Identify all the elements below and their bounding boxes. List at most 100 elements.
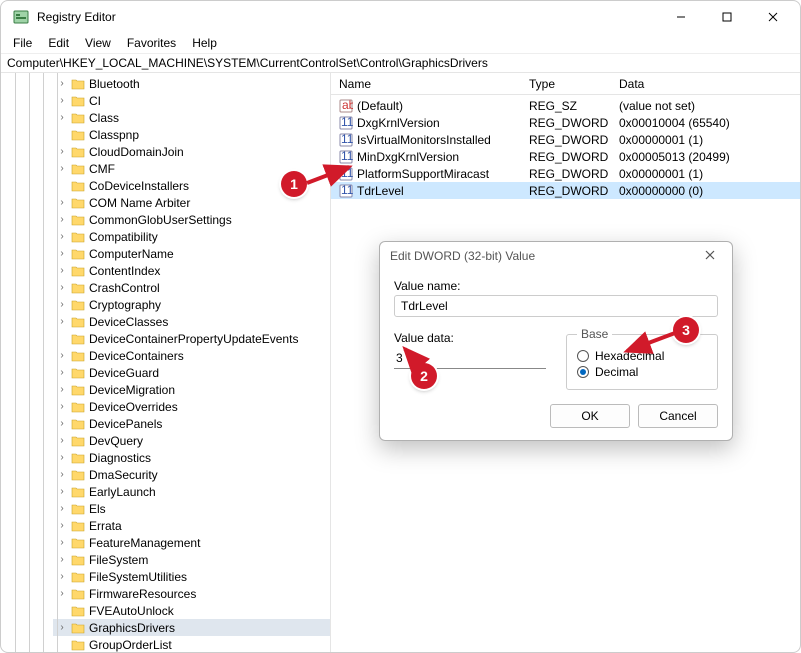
chevron-right-icon[interactable]: ›: [57, 265, 67, 276]
chevron-right-icon[interactable]: ›: [57, 571, 67, 582]
close-button[interactable]: [750, 1, 796, 33]
dialog-titlebar[interactable]: Edit DWORD (32-bit) Value: [380, 242, 732, 269]
value-data: 0x00000001 (1): [611, 133, 800, 147]
tree-item[interactable]: DeviceContainerPropertyUpdateEvents: [53, 330, 330, 347]
chevron-right-icon[interactable]: ›: [57, 350, 67, 361]
chevron-right-icon[interactable]: ›: [57, 282, 67, 293]
chevron-right-icon[interactable]: ›: [57, 95, 67, 106]
chevron-right-icon[interactable]: ›: [57, 469, 67, 480]
chevron-right-icon[interactable]: ›: [57, 214, 67, 225]
tree-item[interactable]: ›Class: [53, 109, 330, 126]
tree-item[interactable]: ›Bluetooth: [53, 75, 330, 92]
tree-item[interactable]: ›DevQuery: [53, 432, 330, 449]
chevron-right-icon[interactable]: ›: [57, 418, 67, 429]
tree-item[interactable]: › ComputerName: [53, 245, 330, 262]
list-row[interactable]: ab(Default)REG_SZ(value not set): [331, 97, 800, 114]
list-row[interactable]: 110DxgKrnlVersionREG_DWORD0x00010004 (65…: [331, 114, 800, 131]
value-name-field[interactable]: TdrLevel: [394, 295, 718, 317]
ok-button[interactable]: OK: [550, 404, 630, 428]
chevron-right-icon[interactable]: ›: [57, 452, 67, 463]
tree-item[interactable]: ›DeviceMigration: [53, 381, 330, 398]
chevron-right-icon[interactable]: ›: [57, 401, 67, 412]
value-data: 0x00005013 (20499): [611, 150, 800, 164]
chevron-right-icon[interactable]: ›: [57, 146, 67, 157]
tree-item[interactable]: › CI: [53, 92, 330, 109]
tree-item[interactable]: GroupOrderList: [53, 636, 330, 652]
chevron-right-icon[interactable]: ›: [57, 622, 67, 633]
tree-item[interactable]: ›DevicePanels: [53, 415, 330, 432]
tree-item[interactable]: › FileSystem: [53, 551, 330, 568]
tree-label: CloudDomainJoin: [89, 145, 184, 159]
chevron-right-icon[interactable]: ›: [57, 197, 67, 208]
chevron-right-icon[interactable]: ›: [57, 299, 67, 310]
chevron-right-icon[interactable]: ›: [57, 384, 67, 395]
tree-item[interactable]: ›DeviceContainers: [53, 347, 330, 364]
chevron-right-icon[interactable]: ›: [57, 316, 67, 327]
cancel-button[interactable]: Cancel: [638, 404, 718, 428]
folder-icon: [71, 384, 85, 396]
radio-dot-dec: [577, 366, 589, 378]
tree-item[interactable]: ›Errata: [53, 517, 330, 534]
chevron-right-icon[interactable]: ›: [57, 554, 67, 565]
menu-help[interactable]: Help: [186, 35, 223, 51]
maximize-button[interactable]: [704, 1, 750, 33]
chevron-right-icon[interactable]: ›: [57, 78, 67, 89]
tree-item[interactable]: FVEAutoUnlock: [53, 602, 330, 619]
dialog-close-button[interactable]: [698, 249, 722, 263]
tree-item[interactable]: ›DeviceOverrides: [53, 398, 330, 415]
menu-favorites[interactable]: Favorites: [121, 35, 182, 51]
radio-hexadecimal[interactable]: Hexadecimal: [577, 349, 707, 363]
col-name[interactable]: Name: [331, 75, 521, 93]
tree-item[interactable]: › CloudDomainJoin: [53, 143, 330, 160]
folder-icon: [71, 520, 85, 532]
tree-item[interactable]: › DmaSecurity: [53, 466, 330, 483]
chevron-right-icon[interactable]: ›: [57, 503, 67, 514]
list-row[interactable]: 110MinDxgKrnlVersionREG_DWORD0x00005013 …: [331, 148, 800, 165]
minimize-button[interactable]: [658, 1, 704, 33]
svg-text:ab: ab: [342, 99, 353, 112]
tree-item[interactable]: Classpnp: [53, 126, 330, 143]
titlebar[interactable]: Registry Editor: [1, 1, 800, 33]
tree-item[interactable]: ›EarlyLaunch: [53, 483, 330, 500]
tree-pane[interactable]: ›Bluetooth›CI›ClassClasspnp›CloudDomainJ…: [1, 73, 331, 652]
tree-item[interactable]: ›Diagnostics: [53, 449, 330, 466]
folder-icon: [71, 299, 85, 311]
chevron-right-icon[interactable]: ›: [57, 588, 67, 599]
chevron-right-icon[interactable]: ›: [57, 367, 67, 378]
chevron-right-icon[interactable]: ›: [57, 520, 67, 531]
list-row[interactable]: 110PlatformSupportMiracastREG_DWORD0x000…: [331, 165, 800, 182]
tree-item[interactable]: ›DeviceClasses: [53, 313, 330, 330]
tree-item[interactable]: ›FirmwareResources: [53, 585, 330, 602]
tree-label: DmaSecurity: [89, 468, 158, 482]
list-row[interactable]: 110TdrLevelREG_DWORD0x00000000 (0): [331, 182, 800, 199]
tree-label: FileSystem: [89, 553, 148, 567]
tree-item[interactable]: ›COM Name Arbiter: [53, 194, 330, 211]
menu-edit[interactable]: Edit: [42, 35, 75, 51]
address-bar[interactable]: Computer\HKEY_LOCAL_MACHINE\SYSTEM\Curre…: [1, 53, 800, 73]
chevron-right-icon[interactable]: ›: [57, 248, 67, 259]
tree-label: ComputerName: [89, 247, 174, 261]
tree-item[interactable]: ›DeviceGuard: [53, 364, 330, 381]
menu-view[interactable]: View: [79, 35, 117, 51]
tree-item[interactable]: ›FileSystemUtilities: [53, 568, 330, 585]
tree-item[interactable]: ›Cryptography: [53, 296, 330, 313]
chevron-right-icon[interactable]: ›: [57, 486, 67, 497]
menu-file[interactable]: File: [7, 35, 38, 51]
tree-item[interactable]: ›Compatibility: [53, 228, 330, 245]
tree-item[interactable]: ›CrashControl: [53, 279, 330, 296]
chevron-right-icon[interactable]: ›: [57, 231, 67, 242]
chevron-right-icon[interactable]: ›: [57, 163, 67, 174]
tree-item[interactable]: ›FeatureManagement: [53, 534, 330, 551]
tree-label: CI: [89, 94, 101, 108]
tree-item[interactable]: ›GraphicsDrivers: [53, 619, 330, 636]
list-row[interactable]: 110IsVirtualMonitorsInstalledREG_DWORD0x…: [331, 131, 800, 148]
chevron-right-icon[interactable]: ›: [57, 435, 67, 446]
col-type[interactable]: Type: [521, 75, 611, 93]
radio-decimal[interactable]: Decimal: [577, 365, 707, 379]
tree-item[interactable]: ›ContentIndex: [53, 262, 330, 279]
col-data[interactable]: Data: [611, 75, 800, 93]
tree-item[interactable]: ›CommonGlobUserSettings: [53, 211, 330, 228]
tree-item[interactable]: ›Els: [53, 500, 330, 517]
chevron-right-icon[interactable]: ›: [57, 537, 67, 548]
chevron-right-icon[interactable]: ›: [57, 112, 67, 123]
